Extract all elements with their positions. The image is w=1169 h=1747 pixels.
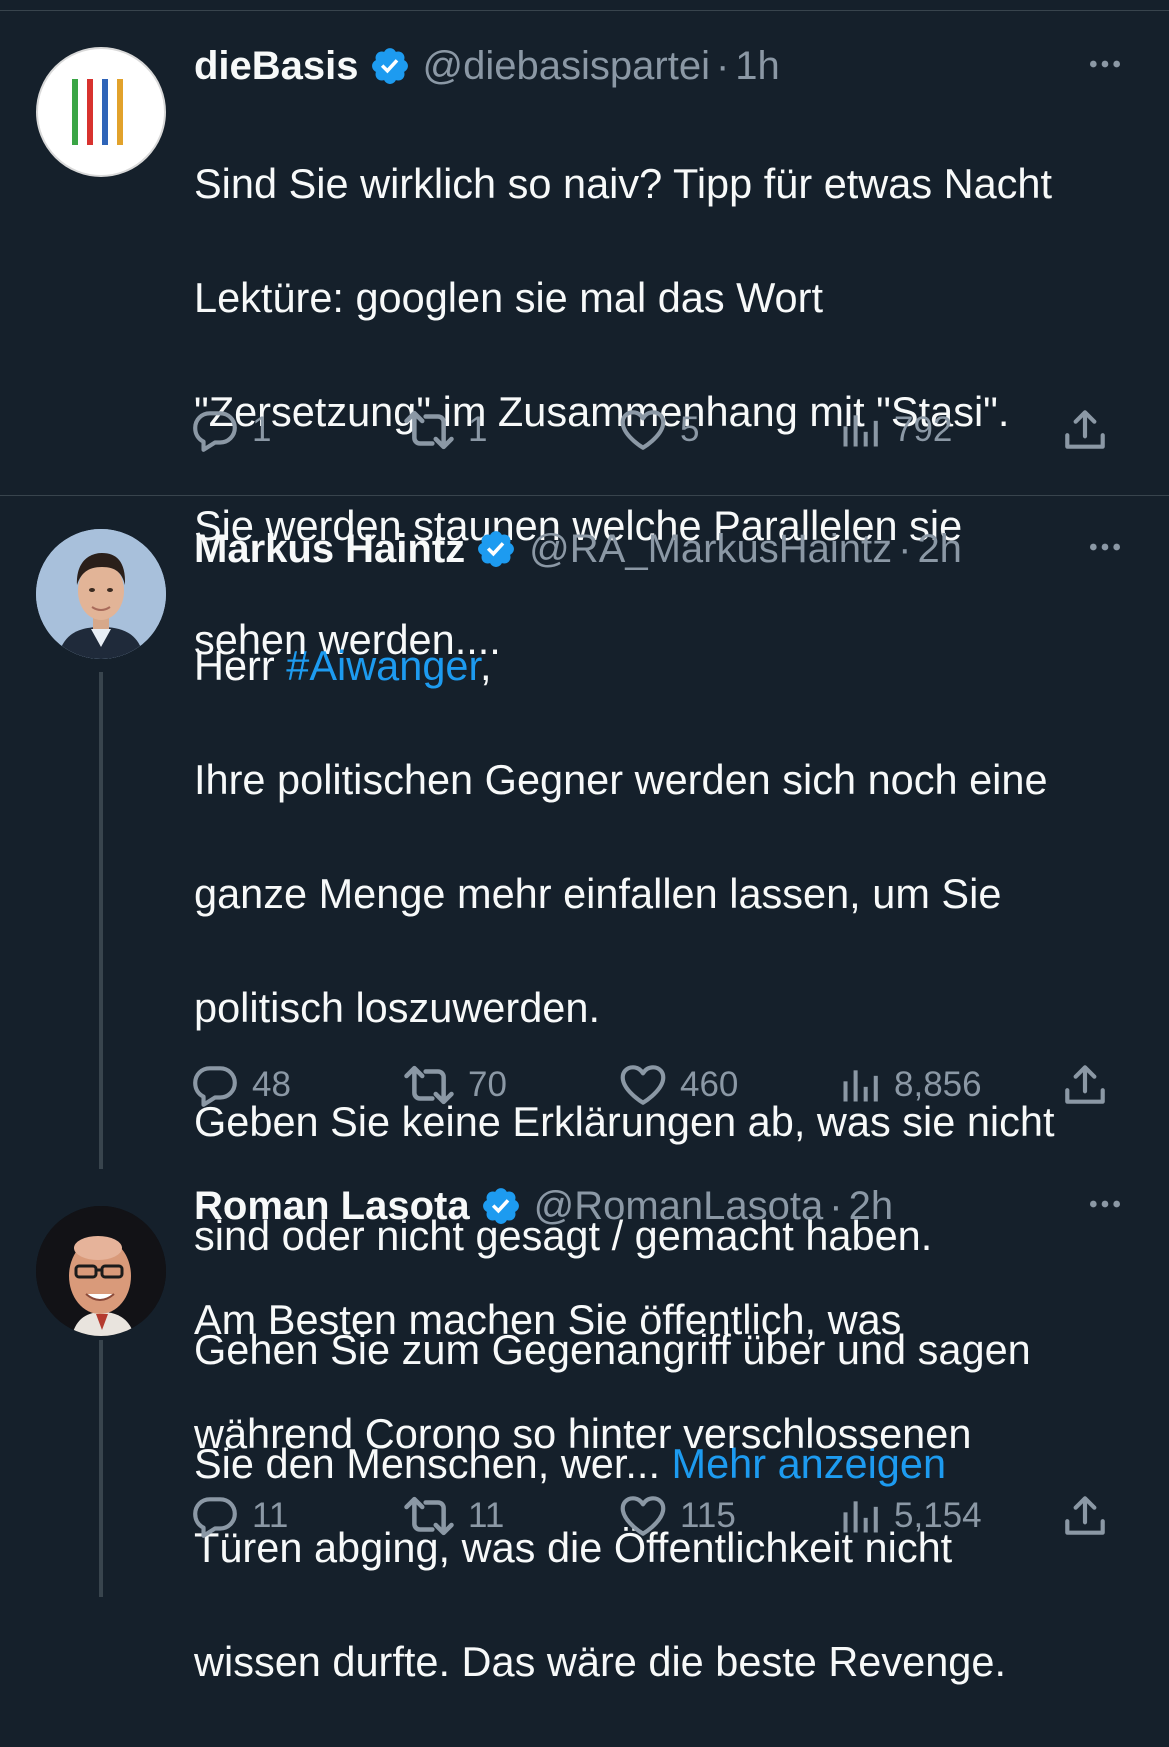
action-bar: 11 11 115 5,154 (190, 1486, 1120, 1546)
text-line: Lektüre: googlen sie mal das Wort (194, 274, 823, 321)
text-line: Ihre politischen Gegner werden sich noch… (194, 756, 1048, 803)
heart-icon (618, 1060, 668, 1110)
more-dots-icon[interactable] (1081, 527, 1129, 567)
share-button[interactable] (1060, 400, 1110, 460)
reply-bubble-icon (190, 405, 240, 455)
retweet-count: 1 (468, 410, 488, 449)
verified-badge-icon (480, 1185, 522, 1227)
text-line: Herr #Aiwanger, (194, 637, 1144, 694)
timestamp[interactable]: 1h (735, 44, 780, 89)
like-button[interactable]: 460 (618, 1055, 738, 1115)
more-dots-icon[interactable] (1081, 1184, 1129, 1224)
text-suffix: , (480, 642, 492, 689)
reply-count: 11 (252, 1496, 289, 1535)
avatar[interactable] (36, 47, 166, 177)
tweet-markus-haintz[interactable]: Markus Haintz @RA_MarkusHaintz · 2h Herr… (0, 496, 1169, 1487)
tweet-roman-lasota[interactable]: Roman Lasota @RomanLasota · 2h Am Besten… (0, 1176, 1169, 1685)
author-handle[interactable]: @RA_MarkusHaintz (529, 527, 892, 572)
views-bars-icon (838, 408, 882, 452)
text-prefix: Herr (194, 642, 287, 689)
views-bars-icon (838, 1063, 882, 1107)
retweet-arrows-icon (402, 403, 456, 457)
avatar[interactable] (36, 529, 166, 659)
share-button[interactable] (1060, 1055, 1110, 1115)
tweet-header: Markus Haintz @RA_MarkusHaintz · 2h (194, 519, 1129, 579)
action-bar: 48 70 460 8,856 (190, 1055, 1120, 1115)
author-handle[interactable]: @RomanLasota (534, 1184, 824, 1229)
reply-count: 1 (252, 410, 272, 449)
share-upload-icon (1060, 1491, 1110, 1541)
reply-button[interactable]: 11 (190, 1486, 288, 1546)
text-line: wissen durfte. Das wäre die beste Reveng… (194, 1638, 1006, 1685)
avatar[interactable] (36, 1206, 166, 1336)
retweet-button[interactable]: 11 (402, 1486, 504, 1546)
timestamp[interactable]: 2h (917, 527, 962, 572)
heart-icon (618, 1491, 668, 1541)
views-bars-icon (838, 1494, 882, 1538)
separator-dot: · (898, 526, 912, 571)
text-line: ganze Menge mehr einfallen lassen, um Si… (194, 870, 1002, 917)
diebasis-logo-icon (72, 79, 123, 145)
reply-bubble-icon (190, 1491, 240, 1541)
more-dots-icon[interactable] (1081, 44, 1129, 84)
person-photo-icon (36, 1206, 166, 1336)
view-count: 792 (894, 410, 953, 449)
tweet-header: Roman Lasota @RomanLasota · 2h (194, 1176, 1129, 1236)
like-button[interactable]: 5 (618, 400, 699, 460)
retweet-count: 11 (468, 1496, 505, 1535)
like-button[interactable]: 115 (618, 1486, 736, 1546)
text-line: Am Besten machen Sie öffentlich, was (194, 1296, 902, 1343)
text-line: Sind Sie wirklich so naiv? Tipp für etwa… (194, 160, 1053, 207)
heart-icon (618, 405, 668, 455)
share-upload-icon (1060, 1060, 1110, 1110)
reply-bubble-icon (190, 1060, 240, 1110)
timestamp[interactable]: 2h (849, 1184, 894, 1229)
retweet-count: 70 (468, 1065, 507, 1104)
person-photo-icon (36, 529, 166, 659)
share-button[interactable] (1060, 1486, 1110, 1546)
reply-button[interactable]: 1 (190, 400, 271, 460)
verified-badge-icon (369, 45, 411, 87)
views-button[interactable]: 5,154 (838, 1486, 982, 1546)
views-button[interactable]: 792 (838, 400, 952, 460)
tweet-header: dieBasis @diebasispartei · 1h (194, 36, 1129, 96)
view-count: 8,856 (894, 1065, 982, 1104)
author-name[interactable]: dieBasis (194, 44, 359, 89)
text-line: politisch loszuwerden. (194, 984, 600, 1031)
author-name[interactable]: Markus Haintz (194, 527, 465, 572)
retweet-arrows-icon (402, 1058, 456, 1112)
thread-line (99, 1340, 103, 1597)
hashtag-link[interactable]: #Aiwanger (286, 642, 480, 689)
separator-dot: · (715, 43, 730, 88)
share-upload-icon (1060, 405, 1110, 455)
action-bar: 1 1 5 792 (190, 400, 1120, 460)
views-button[interactable]: 8,856 (838, 1055, 982, 1115)
reply-button[interactable]: 48 (190, 1055, 291, 1115)
reply-count: 48 (252, 1065, 291, 1104)
tweet-diebasis[interactable]: dieBasis @diebasispartei · 1h Sind Sie w… (0, 0, 1169, 663)
view-count: 5,154 (894, 1496, 982, 1535)
retweet-button[interactable]: 1 (402, 400, 487, 460)
thread-line (99, 672, 103, 1169)
text-line: während Corono so hinter verschlossenen (194, 1410, 972, 1457)
author-name[interactable]: Roman Lasota (194, 1184, 470, 1229)
verified-badge-icon (475, 528, 517, 570)
retweet-button[interactable]: 70 (402, 1055, 507, 1115)
like-count: 5 (680, 410, 700, 449)
like-count: 460 (680, 1065, 739, 1104)
retweet-arrows-icon (402, 1489, 456, 1543)
like-count: 115 (680, 1496, 736, 1535)
author-handle[interactable]: @diebasispartei (423, 44, 710, 89)
separator-dot: · (829, 1183, 843, 1228)
